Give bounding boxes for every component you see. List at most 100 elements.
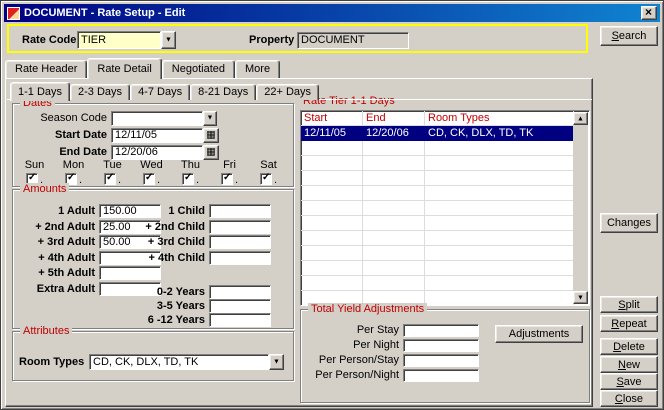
tab-8-21-days[interactable]: 8-21 Days xyxy=(190,84,256,100)
season-code-input[interactable] xyxy=(111,111,203,126)
tab-more[interactable]: More xyxy=(235,60,280,78)
season-code-row: Season Code xyxy=(15,110,217,126)
app-icon xyxy=(7,7,20,20)
day-col-tue: Tue . xyxy=(93,159,132,185)
end-date-calendar-icon[interactable] xyxy=(203,145,219,160)
child-2-label: + 2nd Child xyxy=(119,221,205,233)
tab-negotiated[interactable]: Negotiated xyxy=(162,60,235,78)
day-col-fri: Fri . xyxy=(210,159,249,185)
child-1-input[interactable] xyxy=(209,204,271,218)
day-checkbox-fri[interactable] xyxy=(221,173,233,185)
tab-4-7-days[interactable]: 4-7 Days xyxy=(130,84,190,100)
years-0-2-input[interactable] xyxy=(209,285,271,299)
table-header-row: Start End Room Types xyxy=(301,111,574,126)
table-cell: 12/11/05 xyxy=(301,126,363,141)
adjustments-button[interactable]: Adjustments xyxy=(495,325,583,343)
table-row-empty[interactable] xyxy=(301,246,574,261)
day-dot: . xyxy=(235,175,238,185)
changes-button[interactable]: Changes xyxy=(600,213,658,233)
property-field: DOCUMENT xyxy=(297,32,409,49)
attributes-group-title: Attributes xyxy=(20,325,72,338)
tab-22-plus-days[interactable]: 22+ Days xyxy=(256,84,319,100)
delete-button[interactable]: Delete xyxy=(600,338,658,355)
close-button[interactable]: Close xyxy=(600,390,658,407)
rate-setup-window: DOCUMENT - Rate Setup - Edit Rate Code P… xyxy=(0,0,664,410)
day-checkbox-thu[interactable] xyxy=(182,173,194,185)
day-label: Wed xyxy=(140,159,162,171)
per-person-stay-label: Per Person/Stay xyxy=(303,354,399,366)
rate-tier-table: Start End Room Types 12/11/05 12/20/06 C… xyxy=(300,110,590,306)
room-types-input[interactable] xyxy=(89,354,269,370)
table-row-empty[interactable] xyxy=(301,141,574,156)
day-checkbox-tue[interactable] xyxy=(104,173,116,185)
column-header-end: End xyxy=(363,111,425,126)
table-row-empty[interactable] xyxy=(301,231,574,246)
years-0-2-label: 0-2 Years xyxy=(119,286,205,298)
child-3-input[interactable] xyxy=(209,235,271,249)
child-4-input[interactable] xyxy=(209,251,271,265)
room-types-dropdown-icon[interactable] xyxy=(269,354,284,370)
per-stay-input[interactable] xyxy=(403,324,479,337)
room-types-label: Room Types xyxy=(19,356,89,368)
attributes-group: Attributes Room Types xyxy=(12,331,294,381)
per-person-night-input[interactable] xyxy=(403,369,479,382)
day-col-thu: Thu . xyxy=(171,159,210,185)
search-button[interactable]: Search xyxy=(600,26,658,46)
new-button[interactable]: New xyxy=(600,356,658,373)
rate-code-input[interactable] xyxy=(77,31,161,49)
rate-detail-panel: 1-1 Days 2-3 Days 4-7 Days 8-21 Days 22+… xyxy=(5,78,593,407)
day-label: Mon xyxy=(63,159,84,171)
scroll-down-icon[interactable] xyxy=(573,291,588,304)
per-stay-label: Per Stay xyxy=(303,324,399,336)
titlebar[interactable]: DOCUMENT - Rate Setup - Edit xyxy=(4,4,660,22)
tab-1-1-days[interactable]: 1-1 Days xyxy=(10,82,70,101)
table-cell: 12/20/06 xyxy=(363,126,425,141)
years-6-12-label: 6 -12 Years xyxy=(119,314,205,326)
years-3-5-label: 3-5 Years xyxy=(119,300,205,312)
day-label: Sat xyxy=(260,159,277,171)
end-date-input[interactable] xyxy=(111,145,203,160)
table-row-empty[interactable] xyxy=(301,201,574,216)
adult-5-label: + 5th Adult xyxy=(15,267,95,279)
table-row-empty[interactable] xyxy=(301,186,574,201)
save-button[interactable]: Save xyxy=(600,373,658,390)
table-row-empty[interactable] xyxy=(301,216,574,231)
child-1-label: 1 Child xyxy=(119,205,205,217)
main-tabs: Rate Header Rate Detail Negotiated More xyxy=(5,57,280,78)
tab-rate-header[interactable]: Rate Header xyxy=(5,60,87,78)
day-checkbox-sat[interactable] xyxy=(260,173,272,185)
tab-2-3-days[interactable]: 2-3 Days xyxy=(70,84,130,100)
per-person-night-label: Per Person/Night xyxy=(303,369,399,381)
child-2-input[interactable] xyxy=(209,220,271,234)
table-row-selected[interactable]: 12/11/05 12/20/06 CD, CK, DLX, TD, TK xyxy=(301,126,574,141)
years-6-12-input[interactable] xyxy=(209,313,271,327)
table-row-empty[interactable] xyxy=(301,156,574,171)
season-code-dropdown-icon[interactable] xyxy=(203,111,217,126)
years-3-5-input[interactable] xyxy=(209,299,271,313)
split-button[interactable]: Split xyxy=(600,296,658,313)
scroll-up-icon[interactable] xyxy=(573,112,588,125)
table-row-empty[interactable] xyxy=(301,261,574,276)
tab-rate-detail[interactable]: Rate Detail xyxy=(87,58,161,79)
adult-2-label: + 2nd Adult xyxy=(15,221,95,233)
close-icon[interactable] xyxy=(641,6,657,20)
adult-5-input[interactable] xyxy=(99,266,161,280)
table-row-empty[interactable] xyxy=(301,276,574,291)
start-date-calendar-icon[interactable] xyxy=(203,128,219,143)
end-date-row: End Date xyxy=(15,144,219,160)
per-night-input[interactable] xyxy=(403,339,479,352)
table-row-empty[interactable] xyxy=(301,171,574,186)
adult-4-label: + 4th Adult xyxy=(15,252,95,264)
start-date-input[interactable] xyxy=(111,128,203,143)
rate-code-dropdown-icon[interactable] xyxy=(161,31,176,49)
yield-group-title: Total Yield Adjustments xyxy=(308,303,427,316)
day-col-mon: Mon . xyxy=(54,159,93,185)
rate-header-box: Rate Code Property DOCUMENT xyxy=(7,24,588,53)
day-checkbox-wed[interactable] xyxy=(143,173,155,185)
repeat-button[interactable]: Repeat xyxy=(600,315,658,332)
rate-code-label: Rate Code xyxy=(22,34,76,47)
window-title: DOCUMENT - Rate Setup - Edit xyxy=(24,6,641,20)
per-person-stay-input[interactable] xyxy=(403,354,479,367)
column-header-room-types: Room Types xyxy=(425,111,574,126)
table-scrollbar[interactable] xyxy=(573,112,588,304)
